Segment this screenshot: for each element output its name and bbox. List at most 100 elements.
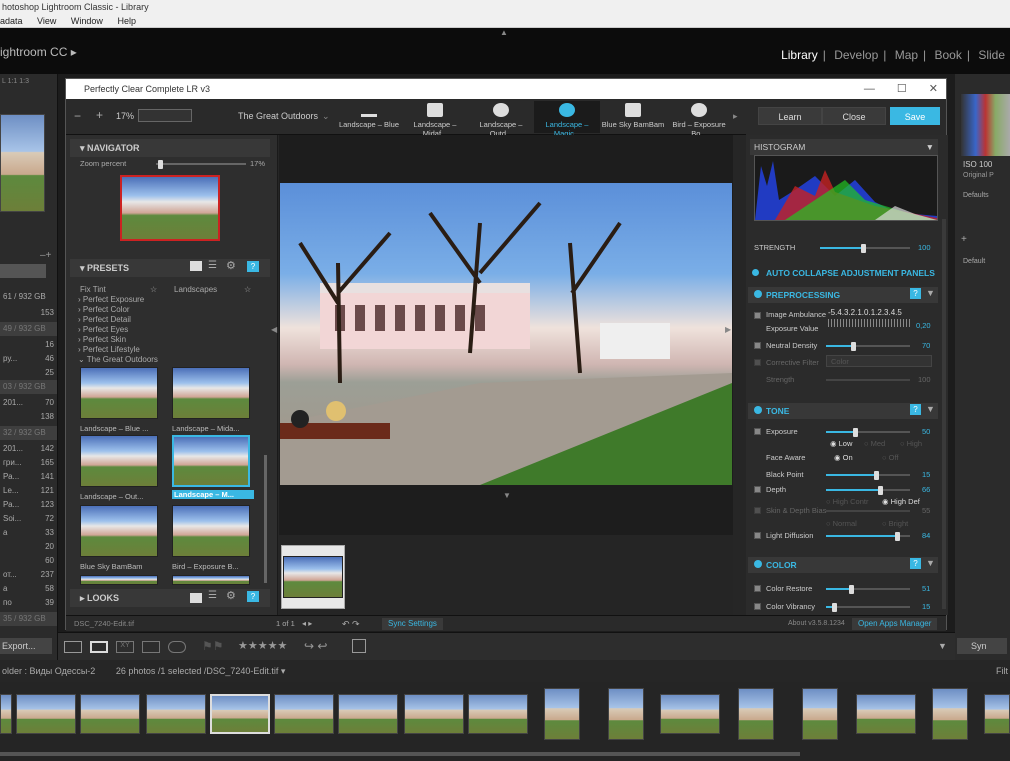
- face-aware-off[interactable]: ○ Off: [882, 453, 899, 462]
- film-thumb[interactable]: [146, 694, 206, 734]
- color-vibrancy-checkbox[interactable]: [754, 603, 761, 610]
- collapse-top-icon[interactable]: ▲: [500, 28, 508, 37]
- preset-thumb[interactable]: [80, 575, 158, 585]
- help-icon[interactable]: ?: [247, 261, 259, 272]
- default-select[interactable]: Default: [963, 258, 985, 265]
- original-checkbox[interactable]: Original P: [963, 172, 994, 179]
- star-icon[interactable]: ☆: [244, 285, 251, 294]
- gear-icon[interactable]: ⚙: [226, 259, 236, 272]
- preset-thumb[interactable]: [80, 435, 158, 487]
- navigator-preview[interactable]: [120, 175, 220, 241]
- add-icon[interactable]: +: [961, 234, 967, 245]
- strip-next-icon[interactable]: ▸: [733, 111, 738, 122]
- open-apps-manager-button[interactable]: Open Apps Manager: [852, 618, 938, 630]
- exposure-opt-med[interactable]: ○ Med: [864, 439, 885, 448]
- preset-thumb[interactable]: [172, 367, 250, 419]
- list-item[interactable]: 201... 142: [0, 442, 57, 456]
- auto-collapse-label[interactable]: AUTO COLLAPSE ADJUSTMENT PANELS: [766, 268, 935, 278]
- image-ambulance-checkbox[interactable]: [754, 312, 761, 319]
- preset-strip-item-active[interactable]: Landscape – Magic...: [534, 101, 600, 138]
- preset-group-select[interactable]: The Great Outdoors: [238, 111, 318, 121]
- minimize-icon[interactable]: —: [864, 83, 875, 95]
- folder-search[interactable]: [0, 264, 46, 278]
- list-item[interactable]: 60: [0, 554, 57, 568]
- minus-plus-icon[interactable]: –+: [40, 250, 51, 261]
- list-item[interactable]: Le... 121: [0, 484, 57, 498]
- neutral-density-checkbox[interactable]: [754, 342, 761, 349]
- preset-group[interactable]: › Perfect Lifestyle: [78, 345, 140, 354]
- selected-file[interactable]: DSC_7240-Edit.tif: [206, 666, 278, 676]
- left-arrow-icon[interactable]: ◀: [271, 325, 277, 334]
- list-item[interactable]: 16: [0, 338, 57, 352]
- collapse-filmstrip-icon[interactable]: ▼: [503, 491, 511, 500]
- list-item[interactable]: а 58: [0, 582, 57, 596]
- chevron-down-icon[interactable]: ▼: [926, 288, 935, 298]
- strength2-slider[interactable]: [826, 379, 910, 381]
- zoom-options[interactable]: L 1:1 1:3: [2, 78, 29, 85]
- list-item[interactable]: от... 237: [0, 568, 57, 582]
- film-thumb[interactable]: [984, 694, 1010, 734]
- page-nav-icons[interactable]: ◂ ▸: [302, 616, 312, 632]
- exposure-opt-high[interactable]: ○ High: [900, 439, 922, 448]
- rating-stars[interactable]: ★★★★★: [238, 639, 287, 652]
- list-item[interactable]: 201... 70: [0, 396, 57, 410]
- right-arrow-icon[interactable]: ▶: [725, 325, 731, 334]
- film-thumb[interactable]: [856, 694, 916, 734]
- film-thumb[interactable]: [274, 694, 334, 734]
- zoom-in-icon[interactable]: +: [96, 108, 103, 122]
- presets-header[interactable]: ▾ PRESETS: [70, 259, 270, 277]
- list-item[interactable]: Soi... 72: [0, 512, 57, 526]
- light-diffusion-slider[interactable]: [826, 532, 910, 541]
- preset-group-open[interactable]: ⌄ The Great Outdoors: [78, 355, 158, 364]
- chevron-down-icon[interactable]: ▼: [926, 404, 935, 414]
- preset-strip-item[interactable]: Landscape – Outd...: [468, 101, 534, 138]
- sync-settings-button[interactable]: Sync Settings: [382, 618, 443, 630]
- list-item[interactable]: гри... 165: [0, 456, 57, 470]
- list-item[interactable]: ру... 46: [0, 352, 57, 366]
- preset-group[interactable]: › Perfect Exposure: [78, 295, 144, 304]
- menu-item-window[interactable]: Window: [71, 16, 103, 26]
- light-diffusion-checkbox[interactable]: [754, 532, 761, 539]
- maximize-icon[interactable]: ☐: [897, 83, 907, 95]
- main-photo[interactable]: [280, 183, 732, 485]
- export-button[interactable]: Export...: [0, 638, 52, 654]
- crop-icon[interactable]: [352, 639, 366, 653]
- compare-view-icon[interactable]: XY: [116, 641, 134, 653]
- preset-thumb[interactable]: [172, 575, 250, 585]
- module-develop[interactable]: Develop: [834, 48, 878, 62]
- volume-row[interactable]: 61 / 932 GB: [0, 290, 57, 304]
- module-map[interactable]: Map: [895, 48, 918, 62]
- grid-view-icon[interactable]: [64, 641, 82, 653]
- list-item[interactable]: по 39: [0, 596, 57, 610]
- face-aware-on[interactable]: ◉ On: [834, 453, 853, 462]
- filmstrip-scrollbar[interactable]: [0, 752, 800, 756]
- exposure-slider[interactable]: [826, 428, 910, 437]
- skin-opt-bright[interactable]: ○ Bright: [882, 519, 908, 528]
- depth-opt-contrast[interactable]: ○ High Contr: [826, 497, 868, 506]
- grid-icon[interactable]: [190, 261, 202, 271]
- preset-thumb[interactable]: [80, 505, 158, 557]
- film-thumb[interactable]: [544, 688, 580, 740]
- menu-item-view[interactable]: View: [37, 16, 56, 26]
- help-icon[interactable]: ?: [910, 558, 921, 569]
- volume-row[interactable]: 35 / 932 GB: [0, 612, 57, 626]
- depth-checkbox[interactable]: [754, 486, 761, 493]
- film-thumb[interactable]: [738, 688, 774, 740]
- save-button[interactable]: Save: [890, 107, 940, 125]
- preset-group[interactable]: › Perfect Skin: [78, 335, 126, 344]
- corrective-filter-checkbox[interactable]: [754, 359, 761, 366]
- skin-opt-normal[interactable]: ○ Normal: [826, 519, 857, 528]
- navigator-header[interactable]: ▾ NAVIGATOR: [70, 139, 270, 157]
- depth-slider[interactable]: [826, 486, 910, 495]
- film-thumb[interactable]: [338, 694, 398, 734]
- preset-strip-item[interactable]: Blue Sky BamBam: [600, 101, 666, 133]
- grid-icon[interactable]: [190, 593, 202, 603]
- menu-item-help[interactable]: Help: [117, 16, 136, 26]
- section-toggle-icon[interactable]: [754, 290, 762, 298]
- list-item[interactable]: 20: [0, 540, 57, 554]
- film-thumb-selected[interactable]: [210, 694, 270, 734]
- gear-icon[interactable]: ⚙: [226, 589, 236, 602]
- chevron-down-icon[interactable]: ▼: [926, 558, 935, 568]
- color-restore-checkbox[interactable]: [754, 585, 761, 592]
- help-icon[interactable]: ?: [247, 591, 259, 602]
